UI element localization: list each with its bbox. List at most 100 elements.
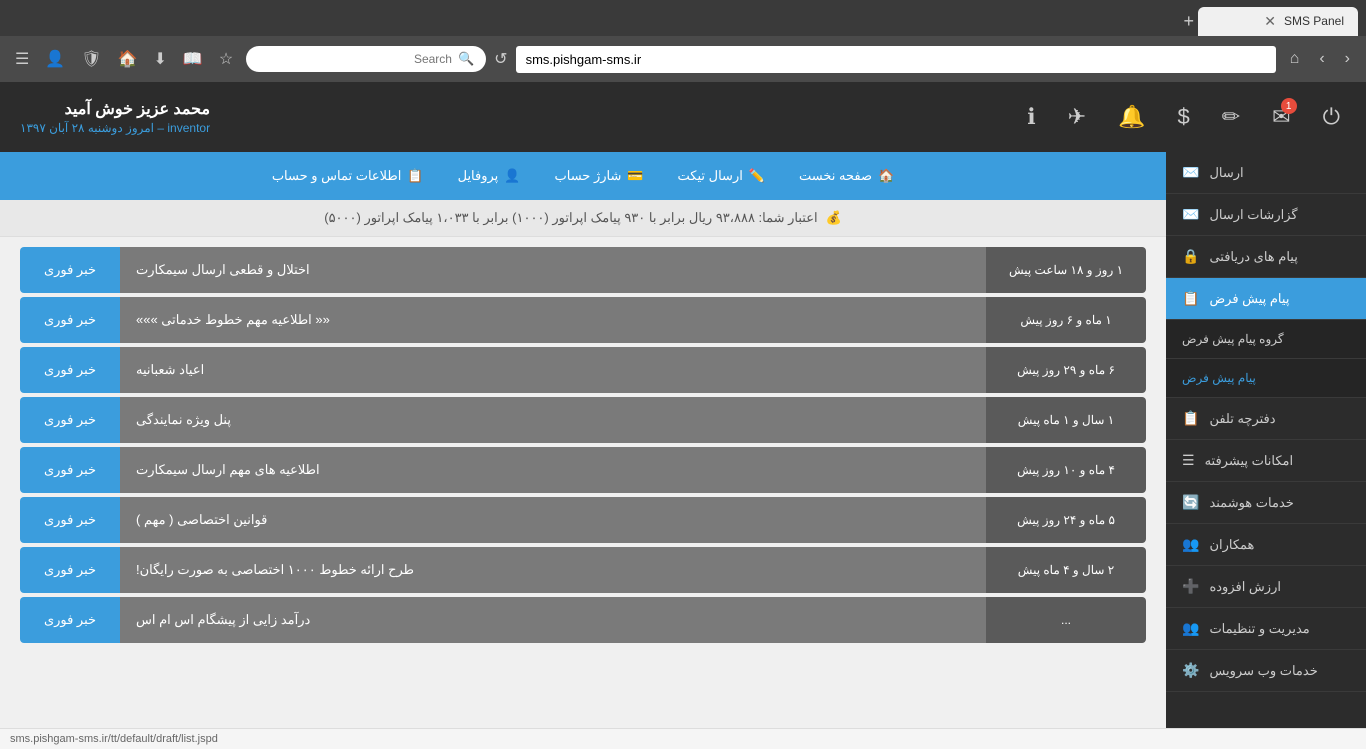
sidebar-item-partners[interactable]: همکاران 👥	[1166, 524, 1366, 566]
home-button[interactable]: ⌂	[1284, 46, 1306, 72]
advanced-icon: ☰	[1182, 452, 1195, 469]
nav-home-icon: 🏠	[878, 168, 894, 184]
admin-label: مدیریت و تنظیمات	[1209, 621, 1309, 637]
sidebar-item-admin[interactable]: مدیریت و تنظیمات 👥	[1166, 608, 1366, 650]
nav-profile[interactable]: 👤 پروفایل	[444, 160, 535, 192]
reports-icon: ✉️	[1182, 206, 1199, 223]
address-input[interactable]	[516, 46, 1276, 73]
nav-contact[interactable]: 📋 اطلاعات تماس و حساب	[258, 160, 438, 192]
sidebar-item-preset[interactable]: پیام پیش فرض 📋	[1166, 278, 1366, 320]
shield-icon[interactable]: 🛡	[76, 45, 106, 73]
msg-title-4: اطلاعیه های مهم ارسال سیمکارت	[120, 447, 986, 493]
new-tab-button[interactable]: +	[1183, 11, 1194, 32]
message-row[interactable]: ۱ روز و ۱۸ ساعت پیش اختلال و قطعی ارسال …	[20, 247, 1146, 293]
preset-label: پیام پیش فرض	[1209, 291, 1289, 307]
message-row[interactable]: ۵ ماه و ۲۴ روز پیش قوانین اختصاصی ( مهم …	[20, 497, 1146, 543]
webservice-label: خدمات وب سرویس	[1209, 663, 1317, 679]
info-icon[interactable]: ℹ	[1021, 98, 1041, 136]
msg-time-0: ۱ روز و ۱۸ ساعت پیش	[986, 247, 1146, 293]
search-input[interactable]	[272, 52, 452, 66]
browser-tab[interactable]: SMS Panel ✕	[1198, 7, 1358, 36]
tab-close-button[interactable]: ✕	[1264, 13, 1276, 30]
send-menu-label: ارسال	[1209, 165, 1243, 181]
sidebar-item-value[interactable]: ارزش افزوده ➕	[1166, 566, 1366, 608]
smart-icon: 🔄	[1182, 494, 1199, 511]
msg-title-6: طرح ارائه خطوط ۱۰۰۰ اختصاصی به صورت رایگ…	[120, 547, 986, 593]
credit-text: اعتبار شما: ۹۳،۸۸۸ ریال برابر با ۹۳۰ پیا…	[324, 210, 817, 226]
menu-icon[interactable]: ☰	[10, 45, 34, 73]
reload-button[interactable]: ↺	[494, 49, 507, 69]
msg-title-1: «« اطلاعیه مهم خطوط خدماتی »»»	[120, 297, 986, 343]
tab-title: SMS Panel	[1284, 14, 1344, 28]
msg-time-5: ۵ ماه و ۲۴ روز پیش	[986, 497, 1146, 543]
msg-title-3: پنل ویژه نمایندگی	[120, 397, 986, 443]
preset-group-label: گروه پیام پیش فرض	[1182, 332, 1284, 346]
sidebar-item-preset-message[interactable]: پیام پیش فرض	[1166, 359, 1366, 398]
nav-ticket-icon: ✏️	[749, 168, 765, 184]
message-row[interactable]: ۶ ماه و ۲۹ روز پیش اعیاد شعبانیه خبر فور…	[20, 347, 1146, 393]
bookmark-star-icon[interactable]: ☆	[214, 45, 238, 73]
phonebook-icon: 📋	[1182, 410, 1199, 427]
partners-icon: 👥	[1182, 536, 1199, 553]
msg-title-5: قوانین اختصاصی ( مهم )	[120, 497, 986, 543]
credit-bar: 💰 اعتبار شما: ۹۳،۸۸۸ ریال برابر با ۹۳۰ پ…	[0, 200, 1166, 237]
msg-time-3: ۱ سال و ۱ ماه پیش	[986, 397, 1146, 443]
header-icons: ⏻ ✉ 1 ✏ $ 🔔 ✈ ℹ	[1021, 98, 1346, 136]
app-header: ⏻ ✉ 1 ✏ $ 🔔 ✈ ℹ محمد عزیز خوش آمید inven…	[0, 82, 1366, 152]
message-row[interactable]: ۱ ماه و ۶ روز پیش «« اطلاعیه مهم خطوط خد…	[20, 297, 1146, 343]
message-row[interactable]: ۲ سال و ۴ ماه پیش طرح ارائه خطوط ۱۰۰۰ اخ…	[20, 547, 1146, 593]
message-row[interactable]: ... درآمد زایی از پیشگام اس ام اس خبر فو…	[20, 597, 1146, 643]
value-icon: ➕	[1182, 578, 1199, 595]
sidebar-item-webservice[interactable]: خدمات وب سرویس ⚙️	[1166, 650, 1366, 692]
preset-icon: 📋	[1182, 290, 1199, 307]
sidebar-item-phonebook[interactable]: دفترچه تلفن 📋	[1166, 398, 1366, 440]
sidebar-item-received[interactable]: پیام های دریافتی 🔒	[1166, 236, 1366, 278]
message-row[interactable]: ۴ ماه و ۱۰ روز پیش اطلاعیه های مهم ارسال…	[20, 447, 1146, 493]
sidebar-item-advanced[interactable]: امکانات پیشرفته ☰	[1166, 440, 1366, 482]
sidebar-item-reports[interactable]: گزارشات ارسال ✉️	[1166, 194, 1366, 236]
msg-time-1: ۱ ماه و ۶ روز پیش	[986, 297, 1146, 343]
role-label: inventor	[167, 121, 210, 135]
nav-ticket[interactable]: ✏️ ارسال تیکت	[664, 160, 779, 192]
read-icon[interactable]: 📖	[178, 45, 208, 73]
nav-home[interactable]: 🏠 صفحه نخست	[785, 160, 908, 192]
sidebar-item-preset-group[interactable]: گروه پیام پیش فرض	[1166, 320, 1366, 359]
nav-profile-icon: 👤	[504, 168, 520, 184]
nav-charge-label: شارژ حساب	[555, 168, 622, 184]
username-label: محمد عزیز خوش آمید	[20, 99, 210, 119]
msg-tag-3: خبر فوری	[20, 397, 120, 443]
nav-contact-label: اطلاعات تماس و حساب	[272, 168, 402, 184]
received-label: پیام های دریافتی	[1209, 249, 1297, 265]
advanced-label: امکانات پیشرفته	[1205, 453, 1294, 469]
pen-icon[interactable]: ✏	[1216, 98, 1246, 136]
bell-icon[interactable]: 🔔	[1112, 98, 1151, 136]
sidebar-item-smart[interactable]: خدمات هوشمند 🔄	[1166, 482, 1366, 524]
msg-time-4: ۴ ماه و ۱۰ روز پیش	[986, 447, 1146, 493]
nav-home-label: صفحه نخست	[799, 168, 872, 184]
browser-chrome: SMS Panel ✕ + ‹ › ⌂ ↺ 🔍 ☆ 📖 ⬇ 🏠 🛡 👤 ☰	[0, 0, 1366, 82]
send-icon[interactable]: ✈	[1062, 98, 1092, 136]
sidebar-item-send[interactable]: ارسال ✉️	[1166, 152, 1366, 194]
nav-charge[interactable]: 💳 شارژ حساب	[541, 160, 658, 192]
account-icon[interactable]: 👤	[40, 45, 70, 73]
phonebook-label: دفترچه تلفن	[1209, 411, 1275, 427]
home-nav-icon[interactable]: 🏠	[113, 45, 143, 73]
messages-icon[interactable]: ✉ 1	[1266, 98, 1296, 136]
back-button[interactable]: ‹	[1339, 46, 1356, 72]
msg-time-2: ۶ ماه و ۲۹ روز پیش	[986, 347, 1146, 393]
forward-button[interactable]: ›	[1313, 46, 1330, 72]
received-icon: 🔒	[1182, 248, 1199, 265]
power-icon[interactable]: ⏻	[1317, 98, 1346, 136]
dollar-icon[interactable]: $	[1171, 98, 1195, 136]
msg-tag-1: خبر فوری	[20, 297, 120, 343]
msg-title-2: اعیاد شعبانیه	[120, 347, 986, 393]
webservice-icon: ⚙️	[1182, 662, 1199, 679]
message-row[interactable]: ۱ سال و ۱ ماه پیش پنل ویژه نمایندگی خبر …	[20, 397, 1146, 443]
header-subtitle: inventor – امروز دوشنبه ۲۸ آبان ۱۳۹۷	[20, 121, 210, 135]
download-icon[interactable]: ⬇	[149, 45, 172, 73]
date-label: امروز دوشنبه ۲۸ آبان ۱۳۹۷	[20, 121, 154, 135]
status-bar: sms.pishgam-sms.ir/tt/default/draft/list…	[0, 728, 1366, 749]
msg-title-0: اختلال و قطعی ارسال سیمکارت	[120, 247, 986, 293]
browser-toolbar: ☆ 📖 ⬇ 🏠 🛡 👤 ☰	[10, 45, 238, 73]
nav-contact-icon: 📋	[407, 168, 423, 184]
